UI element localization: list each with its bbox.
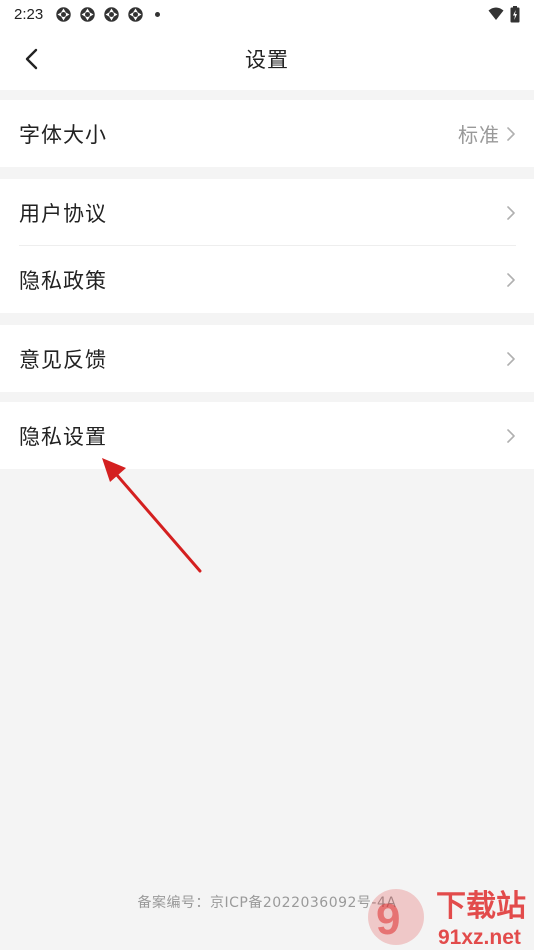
app-notification-icon xyxy=(128,6,143,22)
app-notification-icon xyxy=(80,6,95,22)
status-time: 2:23 xyxy=(14,5,44,23)
settings-item-label: 用户协议 xyxy=(19,201,107,226)
chevron-right-icon xyxy=(507,272,515,287)
watermark-brand-text: 下载站 xyxy=(436,889,526,924)
settings-item-font-size[interactable]: 字体大小 标准 xyxy=(0,100,534,167)
chevron-right-icon xyxy=(507,126,515,141)
settings-item-user-agreement[interactable]: 用户协议 xyxy=(0,179,534,246)
chevron-right-icon xyxy=(507,428,515,443)
settings-item-label: 隐私设置 xyxy=(19,424,107,449)
chevron-right-icon xyxy=(507,351,515,366)
system-status-icons xyxy=(488,5,520,23)
app-notification-icon xyxy=(104,6,119,22)
font-size-value: 标准 xyxy=(458,123,500,147)
battery-icon xyxy=(510,5,520,22)
wifi-icon xyxy=(488,7,504,20)
page-title: 设置 xyxy=(245,48,289,72)
settings-item-privacy-policy[interactable]: 隐私政策 xyxy=(0,246,534,313)
site-watermark-logo: 9 下载站 91xz.net xyxy=(368,889,526,949)
app-notification-icon xyxy=(56,6,71,22)
notification-icons xyxy=(55,6,161,23)
settings-item-privacy-settings[interactable]: 隐私设置 xyxy=(0,402,534,469)
watermark-site-text: 91xz.net xyxy=(438,926,521,949)
back-button[interactable] xyxy=(14,41,50,77)
settings-group-display: 字体大小 标准 xyxy=(0,100,534,167)
settings-group-legal: 用户协议 隐私政策 xyxy=(0,179,534,313)
settings-group-privacy: 隐私设置 xyxy=(0,402,534,469)
settings-group-feedback: 意见反馈 xyxy=(0,325,534,392)
settings-item-label: 隐私政策 xyxy=(19,268,107,293)
chevron-right-icon xyxy=(507,205,515,220)
app-header: 设置 xyxy=(0,28,534,90)
settings-item-feedback[interactable]: 意见反馈 xyxy=(0,325,534,392)
red-annotation-arrow-icon xyxy=(102,458,202,573)
settings-item-label: 意见反馈 xyxy=(19,347,107,372)
settings-item-label: 字体大小 xyxy=(19,122,107,147)
status-bar: 2:23 xyxy=(0,0,534,28)
watermark-digit-mark: 9 xyxy=(376,895,400,944)
chevron-left-icon xyxy=(25,48,38,70)
more-notifications-dot-icon xyxy=(155,11,161,17)
